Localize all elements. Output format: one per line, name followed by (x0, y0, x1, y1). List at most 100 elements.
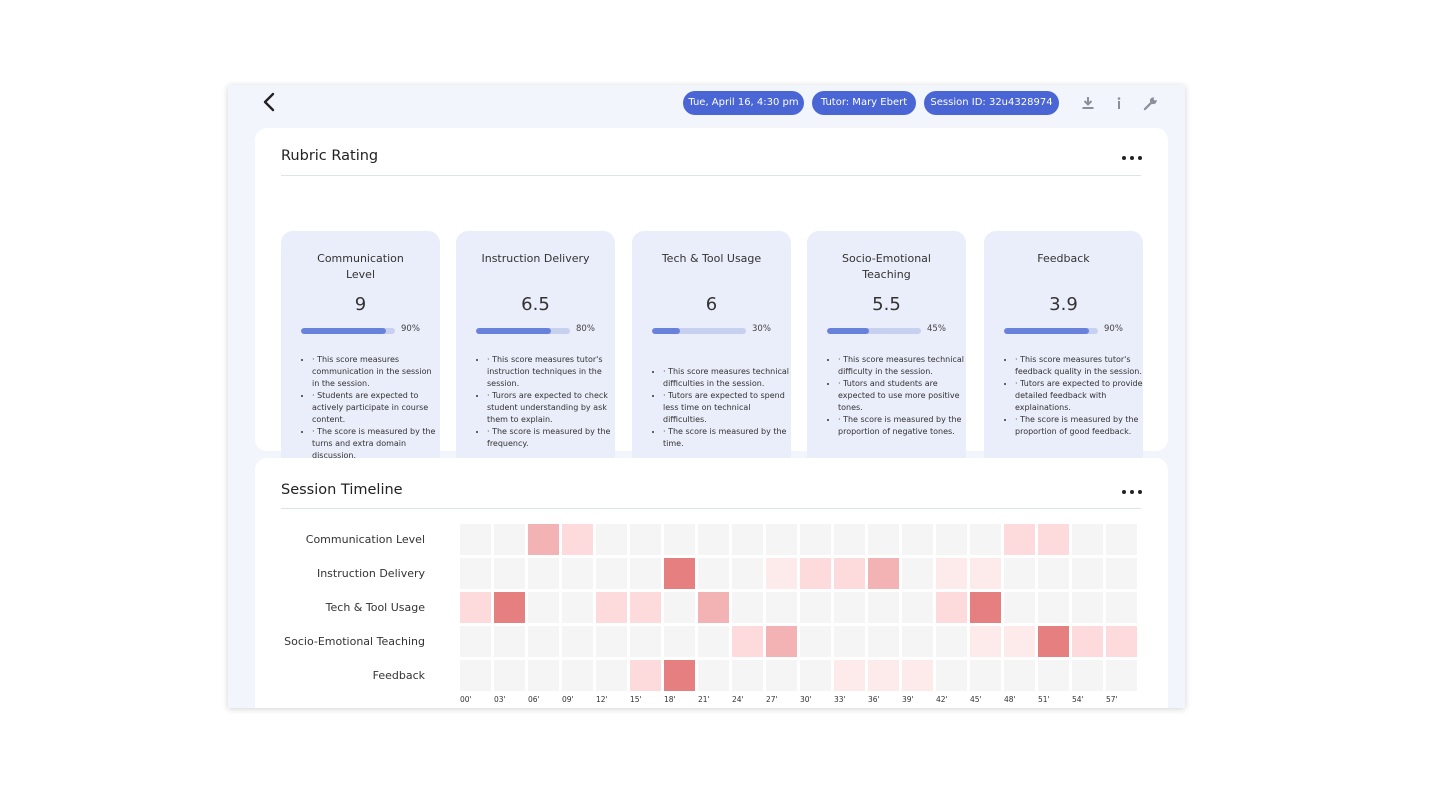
rubric-card[interactable]: Tech & Tool Usage 6 30% · This score measur… (632, 231, 791, 481)
heatmap-cell[interactable] (562, 660, 593, 691)
heatmap-cell[interactable] (562, 524, 593, 555)
heatmap-cell[interactable] (1004, 592, 1035, 623)
session-id-pill[interactable]: Session ID: 32u4328974 (924, 91, 1059, 115)
heatmap-cell[interactable] (1106, 626, 1137, 657)
tutor-pill[interactable]: Tutor: Mary Ebert (812, 91, 916, 115)
heatmap-cell[interactable] (732, 660, 763, 691)
heatmap-cell[interactable] (732, 592, 763, 623)
heatmap-cell[interactable] (528, 558, 559, 589)
heatmap-cell[interactable] (868, 592, 899, 623)
heatmap-cell[interactable] (766, 524, 797, 555)
heatmap-cell[interactable] (766, 592, 797, 623)
heatmap-cell[interactable] (1004, 660, 1035, 691)
rubric-card[interactable]: Communication Level 9 90% · This score measu… (281, 231, 440, 481)
heatmap-cell[interactable] (766, 558, 797, 589)
heatmap-cell[interactable] (596, 626, 627, 657)
heatmap-cell[interactable] (970, 558, 1001, 589)
heatmap-cell[interactable] (970, 626, 1001, 657)
heatmap-cell[interactable] (698, 592, 729, 623)
heatmap-cell[interactable] (902, 660, 933, 691)
heatmap-cell[interactable] (494, 626, 525, 657)
heatmap-cell[interactable] (664, 592, 695, 623)
rubric-card[interactable]: Socio-Emotional Teaching 5.5 45% · This scor… (807, 231, 966, 481)
heatmap-cell[interactable] (562, 558, 593, 589)
heatmap-cell[interactable] (562, 626, 593, 657)
heatmap-cell[interactable] (1004, 626, 1035, 657)
heatmap-cell[interactable] (528, 592, 559, 623)
heatmap-cell[interactable] (902, 592, 933, 623)
heatmap-cell[interactable] (1072, 660, 1103, 691)
heatmap-cell[interactable] (1072, 592, 1103, 623)
heatmap-cell[interactable] (562, 592, 593, 623)
heatmap-cell[interactable] (460, 660, 491, 691)
heatmap-cell[interactable] (1106, 660, 1137, 691)
heatmap-cell[interactable] (494, 660, 525, 691)
heatmap-cell[interactable] (1038, 660, 1069, 691)
heatmap-cell[interactable] (630, 592, 661, 623)
heatmap-cell[interactable] (528, 524, 559, 555)
date-pill[interactable]: Tue, April 16, 4:30 pm (683, 91, 804, 115)
heatmap-cell[interactable] (698, 524, 729, 555)
heatmap-cell[interactable] (596, 558, 627, 589)
heatmap-cell[interactable] (664, 558, 695, 589)
heatmap-cell[interactable] (868, 626, 899, 657)
heatmap-cell[interactable] (800, 524, 831, 555)
heatmap-cell[interactable] (698, 660, 729, 691)
heatmap-cell[interactable] (664, 524, 695, 555)
wrench-icon[interactable] (1140, 93, 1160, 113)
download-icon[interactable] (1078, 93, 1098, 113)
heatmap-cell[interactable] (1106, 558, 1137, 589)
heatmap-cell[interactable] (970, 592, 1001, 623)
heatmap-cell[interactable] (1004, 524, 1035, 555)
heatmap-cell[interactable] (664, 660, 695, 691)
heatmap-cell[interactable] (800, 558, 831, 589)
timeline-more-options-icon[interactable] (1122, 487, 1142, 497)
heatmap-cell[interactable] (902, 558, 933, 589)
heatmap-cell[interactable] (936, 558, 967, 589)
heatmap-cell[interactable] (698, 558, 729, 589)
rubric-card[interactable]: Feedback 3.9 90% · This score measures tuto… (984, 231, 1143, 481)
heatmap-cell[interactable] (1038, 558, 1069, 589)
heatmap-cell[interactable] (528, 660, 559, 691)
heatmap-cell[interactable] (528, 626, 559, 657)
heatmap-cell[interactable] (834, 524, 865, 555)
heatmap-cell[interactable] (936, 524, 967, 555)
heatmap-cell[interactable] (1072, 558, 1103, 589)
heatmap-cell[interactable] (460, 524, 491, 555)
heatmap-cell[interactable] (732, 558, 763, 589)
heatmap-cell[interactable] (630, 660, 661, 691)
info-icon[interactable] (1109, 93, 1129, 113)
heatmap-cell[interactable] (1038, 592, 1069, 623)
heatmap-cell[interactable] (664, 626, 695, 657)
back-arrow-icon[interactable] (258, 91, 282, 115)
heatmap-cell[interactable] (698, 626, 729, 657)
heatmap-cell[interactable] (732, 524, 763, 555)
heatmap-cell[interactable] (766, 660, 797, 691)
heatmap-cell[interactable] (902, 626, 933, 657)
heatmap-cell[interactable] (732, 626, 763, 657)
heatmap-cell[interactable] (1106, 524, 1137, 555)
heatmap-cell[interactable] (494, 592, 525, 623)
heatmap-cell[interactable] (1038, 524, 1069, 555)
heatmap-cell[interactable] (460, 592, 491, 623)
heatmap-cell[interactable] (834, 558, 865, 589)
heatmap-cell[interactable] (1072, 626, 1103, 657)
heatmap-cell[interactable] (460, 558, 491, 589)
rubric-card[interactable]: Instruction Delivery 6.5 80% · This score m… (456, 231, 615, 481)
rubric-more-options-icon[interactable] (1122, 153, 1142, 163)
heatmap-cell[interactable] (834, 660, 865, 691)
heatmap-cell[interactable] (1004, 558, 1035, 589)
heatmap-cell[interactable] (630, 524, 661, 555)
heatmap-cell[interactable] (766, 626, 797, 657)
heatmap-cell[interactable] (1072, 524, 1103, 555)
heatmap-cell[interactable] (494, 558, 525, 589)
heatmap-cell[interactable] (868, 524, 899, 555)
heatmap-cell[interactable] (970, 524, 1001, 555)
heatmap-cell[interactable] (834, 626, 865, 657)
heatmap-cell[interactable] (596, 524, 627, 555)
heatmap-cell[interactable] (936, 626, 967, 657)
heatmap-cell[interactable] (1038, 626, 1069, 657)
heatmap-cell[interactable] (1106, 592, 1137, 623)
heatmap-cell[interactable] (868, 558, 899, 589)
heatmap-cell[interactable] (460, 626, 491, 657)
